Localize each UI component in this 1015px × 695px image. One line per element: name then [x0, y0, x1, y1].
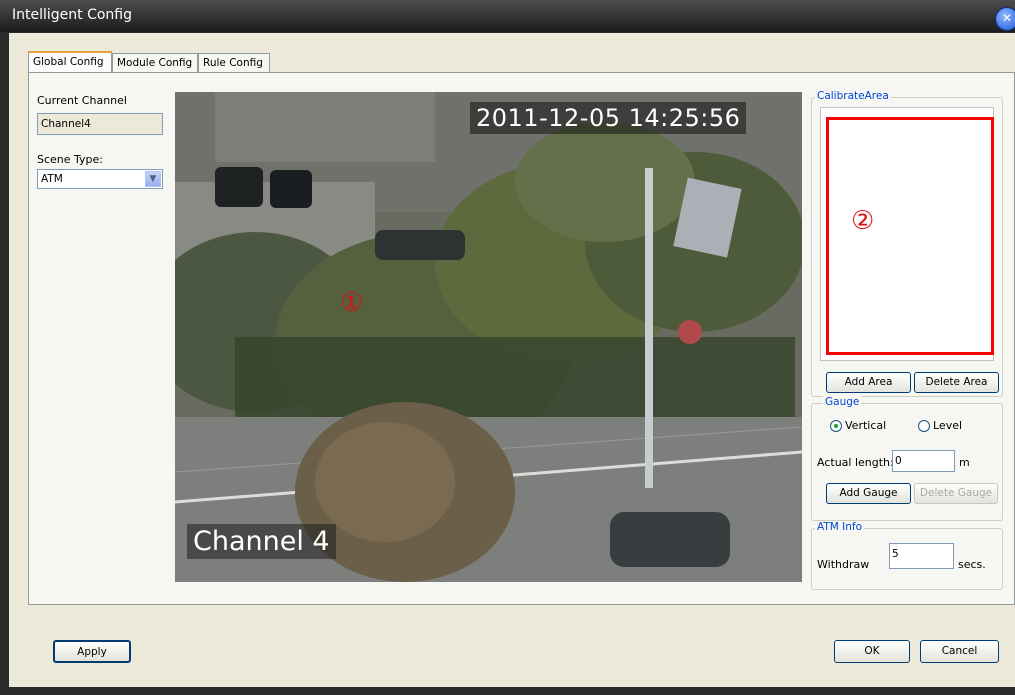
annotation-marker-2: ②: [851, 206, 875, 236]
camera-scene-image: [175, 92, 802, 582]
delete-area-button[interactable]: Delete Area: [914, 372, 999, 393]
window-title: Intelligent Config: [12, 7, 133, 23]
delete-gauge-button[interactable]: Delete Gauge: [914, 483, 998, 504]
withdraw-unit-label: secs.: [958, 558, 986, 571]
calibrate-area-highlight: ②: [826, 117, 994, 355]
withdraw-input[interactable]: 5: [889, 543, 954, 569]
tab-module-config[interactable]: Module Config: [112, 53, 198, 73]
camera-preview[interactable]: 2011-12-05 14:25:56 Channel 4 ①: [175, 92, 802, 582]
add-gauge-button[interactable]: Add Gauge: [826, 483, 911, 504]
scene-type-label: Scene Type:: [37, 153, 104, 166]
cancel-button[interactable]: Cancel: [920, 640, 999, 663]
chevron-down-icon[interactable]: ▼: [145, 171, 161, 187]
ok-button[interactable]: OK: [834, 640, 910, 663]
gauge-legend: Gauge: [823, 396, 862, 408]
tab-rule-config[interactable]: Rule Config: [198, 53, 270, 73]
close-icon[interactable]: ✕: [995, 7, 1015, 31]
vertical-radio[interactable]: [830, 420, 842, 432]
length-unit-label: m: [959, 456, 970, 469]
video-timestamp: 2011-12-05 14:25:56: [470, 102, 747, 134]
title-bar: Intelligent Config ✕: [0, 0, 1015, 32]
scene-type-value: ATM: [41, 173, 63, 185]
add-area-button[interactable]: Add Area: [826, 372, 911, 393]
actual-length-label: Actual length:: [817, 456, 894, 469]
actual-length-input[interactable]: 0: [892, 450, 955, 472]
video-channel-overlay: Channel 4: [187, 524, 336, 559]
dialog-client-area: Global Config Module Config Rule Config …: [9, 33, 1015, 687]
scene-type-select[interactable]: ATM ▼: [37, 169, 163, 189]
atm-info-legend: ATM Info: [815, 521, 865, 533]
level-radio[interactable]: [918, 420, 930, 432]
level-radio-label: Level: [933, 419, 963, 432]
apply-button[interactable]: Apply: [53, 640, 131, 663]
withdraw-label: Withdraw: [817, 558, 870, 571]
current-channel-field: Channel4: [37, 113, 163, 135]
annotation-marker-1: ①: [340, 288, 364, 318]
vertical-radio-label: Vertical: [845, 419, 887, 432]
calibrate-area-legend: CalibrateArea: [815, 90, 891, 102]
current-channel-label: Current Channel: [37, 94, 127, 107]
intelligent-config-window: Intelligent Config ✕ Global Config Modul…: [0, 0, 1015, 695]
